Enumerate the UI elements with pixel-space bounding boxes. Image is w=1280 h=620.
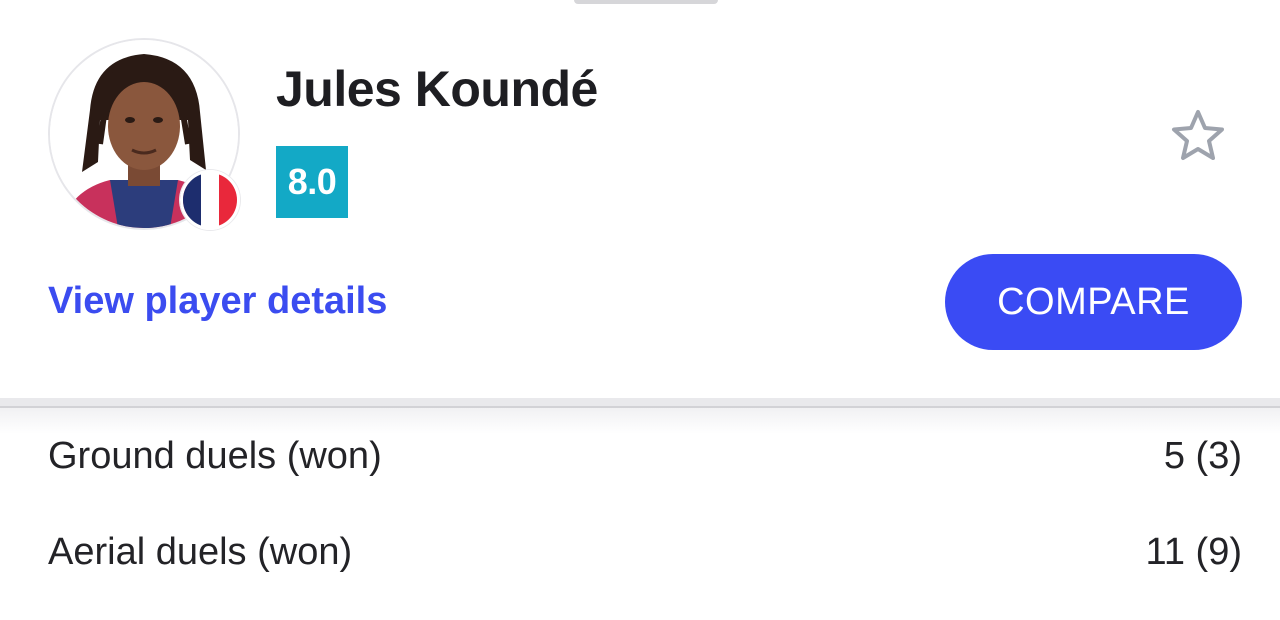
stat-label: Ground duels (won) — [48, 434, 382, 477]
stat-label: Aerial duels (won) — [48, 530, 353, 573]
stat-value: 11 (9) — [1145, 530, 1242, 573]
player-header-card: Jules Koundé 8.0 View player details COM… — [0, 0, 1280, 398]
stat-value: 5 (3) — [1163, 434, 1242, 477]
section-divider — [0, 398, 1280, 408]
player-rating-badge: 8.0 — [276, 146, 348, 218]
stat-row: Ground duels (won) 5 (3) — [48, 426, 1242, 486]
player-sheet: Jules Koundé 8.0 View player details COM… — [0, 0, 1280, 620]
sheet-drag-handle[interactable] — [574, 0, 718, 4]
view-player-details-link[interactable]: View player details — [48, 280, 387, 323]
player-name: Jules Koundé — [276, 61, 598, 117]
france-flag-icon — [180, 170, 240, 230]
compare-button[interactable]: COMPARE — [945, 254, 1242, 350]
stat-row: Aerial duels (won) 11 (9) — [48, 522, 1242, 582]
star-outline-icon[interactable] — [1166, 104, 1230, 168]
